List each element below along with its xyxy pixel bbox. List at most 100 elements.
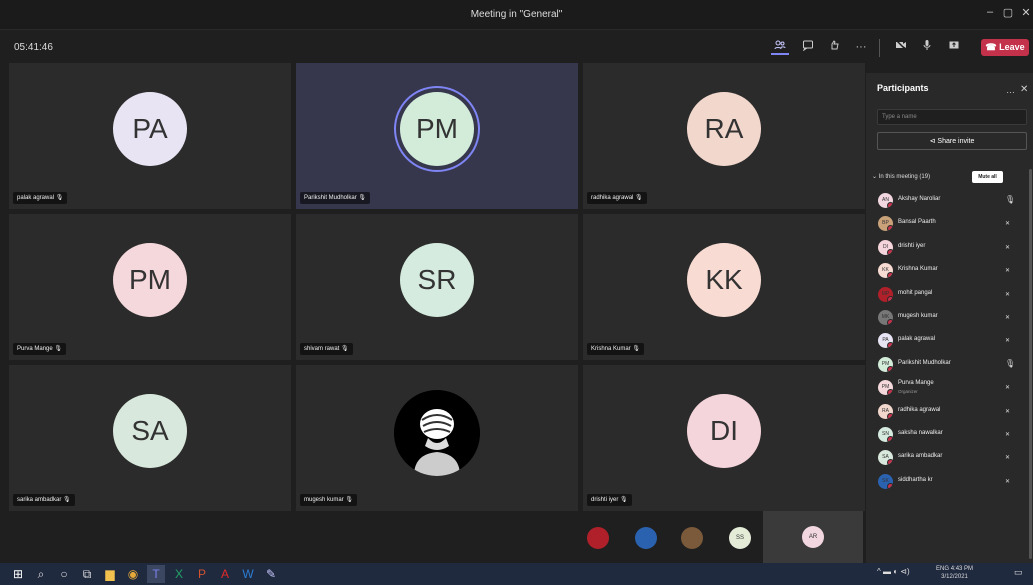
participant-row[interactable]: RA radhika agrawal ✕ [866,401,1033,424]
video-tile[interactable]: KK Krishna Kumar 🎙 [583,214,865,360]
participant-row[interactable]: SA sarika ambadkar ✕ [866,447,1033,470]
restore-button[interactable]: ▢ [1001,6,1015,19]
participant-row[interactable]: AN Akshay Naroliar 🎙 [866,190,1033,213]
self-avatar: AR [802,526,824,548]
excel-icon[interactable]: X [170,565,188,583]
participant-row[interactable]: SK siddhartha kr ✕ [866,471,1033,494]
share-invite-button[interactable]: ⊲ Share invite [877,132,1027,150]
mic-off-icon[interactable]: ✕ [1005,337,1010,344]
video-tile[interactable]: SA sarika ambadkar 🎙 [9,365,291,511]
participant-row[interactable]: SN saksha nawalkar ✕ [866,424,1033,447]
overflow-avatar[interactable] [635,527,657,549]
self-video-tile[interactable]: AR [763,511,863,563]
in-meeting-section-header[interactable]: ⌄ In this meeting (19) [872,173,930,180]
mic-off-icon[interactable]: ✕ [1005,314,1010,321]
mic-off-icon[interactable]: ✕ [1005,291,1010,298]
acrobat-icon[interactable]: A [216,565,234,583]
video-tile[interactable]: PM Parikshit Mudholkar 🎙 [296,63,578,209]
mic-off-icon: 🎙 [356,195,366,201]
clock[interactable]: ENG 4:43 PM 3/12/2021 [936,565,973,581]
video-tile[interactable]: mugesh kumar 🎙 [296,365,578,511]
mic-off-icon[interactable]: ✕ [1005,408,1010,415]
leave-button[interactable]: ☎ Leave [981,39,1029,56]
participant-name: Parikshit Mudholkar [304,195,357,201]
participant-name: Purva Mange [17,346,53,352]
mute-all-button[interactable]: Mute all [972,171,1003,183]
participant-avatar: PM [878,356,893,372]
paint-icon[interactable]: ✎ [262,565,280,583]
more-icon[interactable]: ··· [852,39,870,55]
video-tile[interactable]: DI drishti iyer 🎙 [583,365,865,511]
chat-icon[interactable] [799,39,817,55]
participant-role: Organizer [898,389,918,395]
cortana-icon[interactable]: ○ [55,565,73,583]
mic-icon[interactable] [918,39,936,55]
more-options-icon[interactable]: … [1006,85,1015,95]
participant-row[interactable]: PM Parikshit Mudholkar 🎙 [866,354,1033,377]
participant-name: saksha nawalkar [898,429,943,436]
mic-on-icon[interactable]: 🎙 [1005,359,1015,368]
participant-row[interactable]: MK mugesh kumar ✕ [866,307,1033,330]
mic-off-icon[interactable]: ✕ [1005,478,1010,485]
word-icon[interactable]: W [239,565,257,583]
video-tile[interactable]: PA palak agrawal 🎙 [9,63,291,209]
chevron-down-icon: ⌄ [872,174,879,180]
clock-date: 3/12/2021 [941,574,968,580]
participant-name: sarika ambadkar [898,453,943,460]
mic-on-icon[interactable]: 🎙 [1005,195,1015,204]
system-tray[interactable]: ^ ▬ ◐ ⊲) [877,567,910,576]
name-tag: radhika agrawal 🎙 [587,192,647,204]
file-explorer-icon[interactable]: ▆ [101,565,119,583]
close-panel-icon[interactable]: ✕ [1020,84,1028,95]
participant-row[interactable]: PA palak agrawal ✕ [866,330,1033,353]
mic-off-icon[interactable]: ✕ [1005,220,1010,227]
overflow-strip: AR SS [9,511,863,563]
leave-label: Leave [999,42,1025,52]
chrome-icon[interactable]: ◉ [124,565,142,583]
video-tile[interactable]: SR shivam rawat 🎙 [296,214,578,360]
search-input[interactable]: Type a name [877,109,1027,125]
participant-row[interactable]: MP mohit pangal ✕ [866,284,1033,307]
participant-row[interactable]: KK Krishna Kumar ✕ [866,260,1033,283]
overflow-avatar[interactable] [587,527,609,549]
video-tile[interactable]: RA radhika agrawal 🎙 [583,63,865,209]
avatar: PM [400,92,474,166]
search-icon[interactable]: ⌕ [32,565,50,583]
task-view-icon[interactable]: ⧉ [78,565,96,583]
windows-icon[interactable]: ⊞ [9,565,27,583]
overflow-avatar[interactable] [681,527,703,549]
scrollbar[interactable] [1029,169,1032,559]
name-tag: drishti iyer 🎙 [587,494,632,506]
mic-off-icon[interactable]: ✕ [1005,431,1010,438]
minimize-button[interactable]: – [983,6,997,18]
participant-name: radhika agrawal [898,406,941,413]
avatar: KK [687,243,761,317]
mic-off-icon[interactable]: ✕ [1005,454,1010,461]
participant-row[interactable]: BP Bansal Paarth ✕ [866,213,1033,236]
participant-name: mugesh kumar [898,312,938,319]
overflow-avatar[interactable]: SS [729,527,751,549]
participant-name: drishti iyer [591,497,619,503]
participant-row[interactable]: DI drishti iyer ✕ [866,237,1033,260]
participant-row[interactable]: PM Purva Mange Organizer ✕ [866,377,1033,400]
video-tile[interactable]: PM Purva Mange 🎙 [9,214,291,360]
participant-name: mohit pangal [898,289,933,296]
mic-off-icon: 🎙 [618,497,628,503]
participants-panel: Participants … ✕ Type a name ⊲ Share inv… [866,73,1033,563]
share-icon[interactable] [945,39,963,55]
name-tag: sarika ambadkar 🎙 [13,494,75,506]
participants-icon[interactable] [771,39,789,55]
camera-off-icon[interactable] [892,39,910,55]
mic-off-icon[interactable]: ✕ [1005,384,1010,391]
participant-avatar: PM [878,380,893,396]
powerpoint-icon[interactable]: P [193,565,211,583]
mic-off-icon[interactable]: ✕ [1005,244,1010,251]
toolbar-divider [879,39,880,57]
notification-icon[interactable]: ▭ [1014,567,1027,580]
participant-name: siddhartha kr [898,476,933,483]
mic-off-icon[interactable]: ✕ [1005,267,1010,274]
reactions-icon[interactable] [825,39,843,55]
mic-off-icon: 🎙 [633,195,643,201]
teams-icon[interactable]: T [147,565,165,583]
close-window-button[interactable]: ✕ [1019,6,1033,19]
